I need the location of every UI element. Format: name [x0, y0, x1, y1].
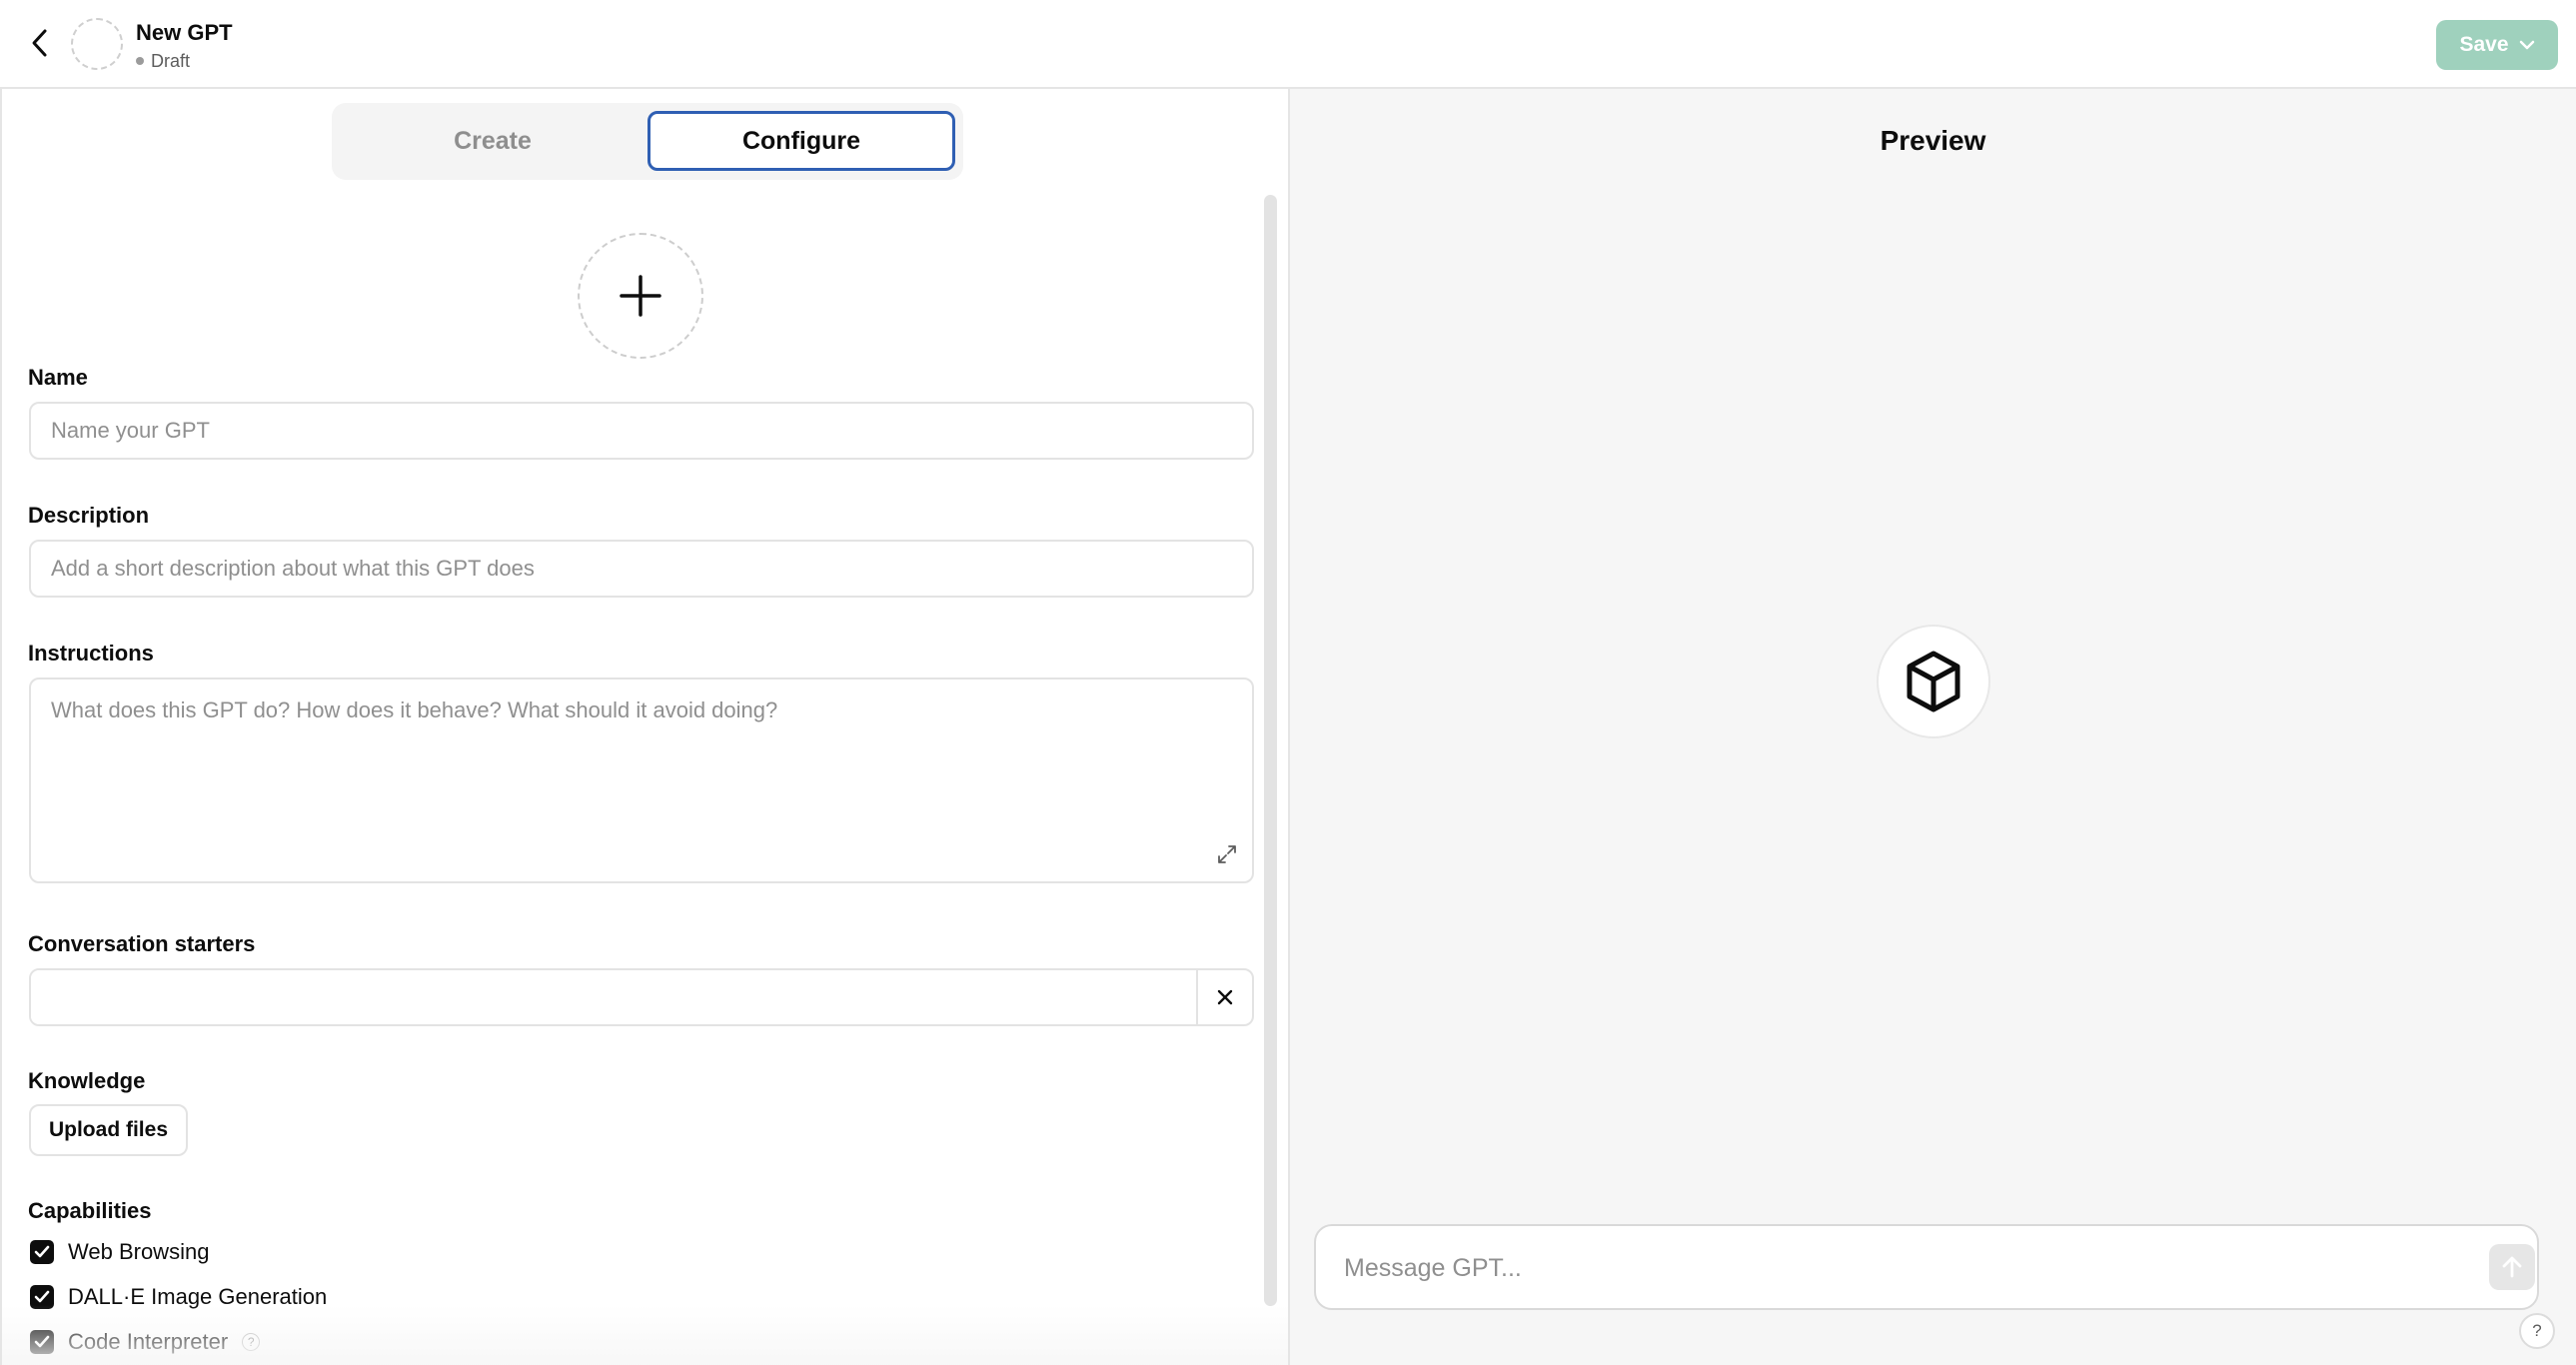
- capability-code-interpreter[interactable]: Code Interpreter ?: [30, 1327, 261, 1357]
- check-icon: [34, 1290, 50, 1303]
- dalle-checkbox[interactable]: [30, 1285, 54, 1309]
- check-icon: [34, 1245, 50, 1258]
- gpt-title: New GPT: [136, 20, 233, 45]
- back-button[interactable]: [22, 25, 58, 61]
- web-browsing-checkbox[interactable]: [30, 1240, 54, 1264]
- preview-panel: Preview ?: [1288, 89, 2576, 1365]
- conversation-starter-input[interactable]: [31, 970, 1198, 1024]
- instructions-textarea[interactable]: [29, 678, 1254, 883]
- help-button[interactable]: ?: [2519, 1313, 2555, 1349]
- capabilities-label: Capabilities: [28, 1198, 152, 1223]
- send-button[interactable]: [2489, 1244, 2535, 1290]
- capability-dalle[interactable]: DALL·E Image Generation: [30, 1282, 327, 1312]
- conversation-starter-row: [29, 968, 1254, 1026]
- description-input[interactable]: [29, 540, 1254, 598]
- check-icon: [34, 1335, 50, 1348]
- capability-web-browsing[interactable]: Web Browsing: [30, 1237, 209, 1267]
- save-label: Save: [2459, 33, 2509, 56]
- instructions-label: Instructions: [28, 641, 154, 666]
- code-interpreter-checkbox[interactable]: [30, 1330, 54, 1354]
- upload-files-button[interactable]: Upload files: [29, 1104, 188, 1156]
- remove-starter-button[interactable]: [1196, 970, 1252, 1024]
- plus-icon: [620, 275, 661, 317]
- save-button[interactable]: Save: [2436, 20, 2558, 70]
- code-interpreter-label: Code Interpreter: [68, 1329, 229, 1354]
- mode-tabs: Create Configure: [332, 103, 963, 180]
- message-input[interactable]: [1342, 1226, 2445, 1310]
- top-bar: New GPT Draft Save: [0, 0, 2576, 89]
- scrollbar[interactable]: [1264, 195, 1277, 1306]
- preview-title: Preview: [1880, 125, 1986, 156]
- status-label: Draft: [151, 51, 191, 71]
- gpt-status: Draft: [136, 50, 190, 72]
- message-composer: [1314, 1224, 2539, 1310]
- cube-icon: [1907, 651, 1960, 712]
- tab-configure[interactable]: Configure: [647, 111, 955, 171]
- conversation-starters-label: Conversation starters: [28, 931, 256, 956]
- status-dot-icon: [136, 57, 144, 65]
- description-label: Description: [28, 503, 150, 528]
- name-label: Name: [28, 365, 88, 390]
- gpt-avatar: [71, 18, 123, 70]
- name-input[interactable]: [29, 402, 1254, 460]
- code-interpreter-help-icon[interactable]: ?: [242, 1333, 261, 1351]
- expand-icon[interactable]: [1216, 843, 1238, 865]
- configure-panel: Create Configure Name Description Instru…: [0, 89, 1288, 1365]
- preview-avatar: [1877, 625, 1990, 738]
- dalle-label: DALL·E Image Generation: [68, 1284, 328, 1309]
- web-browsing-label: Web Browsing: [68, 1239, 210, 1264]
- arrow-up-icon: [2502, 1256, 2522, 1278]
- add-avatar-button[interactable]: [578, 233, 703, 359]
- chevron-left-icon: [32, 29, 47, 57]
- tab-create[interactable]: Create: [340, 111, 645, 171]
- close-icon: [1217, 989, 1233, 1005]
- chevron-down-icon: [2519, 40, 2534, 50]
- knowledge-label: Knowledge: [28, 1068, 146, 1093]
